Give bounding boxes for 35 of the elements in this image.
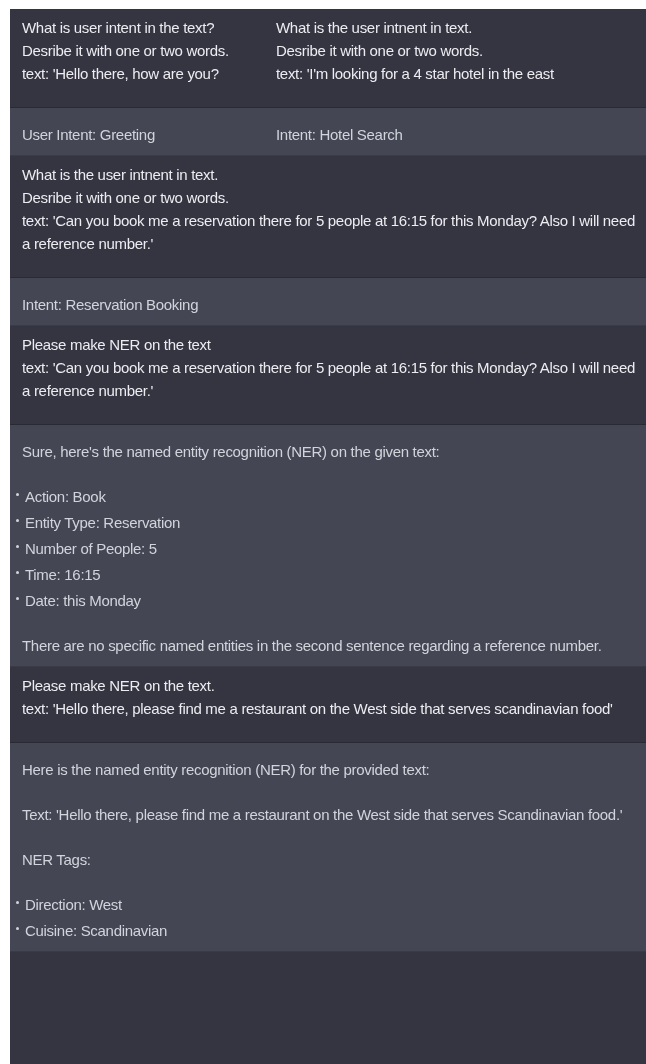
message-line: Please make NER on the text (22, 335, 212, 355)
response-text: Sure, here's the named entity recognition (NER) on the given text: (22, 442, 441, 462)
message-line: What is the user intnent in text. (276, 18, 474, 38)
list-item-text: Action: Book (25, 487, 106, 507)
message-line: What is user intent in the text? (22, 18, 216, 38)
list-item-text: Date: this Monday (25, 591, 141, 611)
response-text: Here is the named entity recognition (NER) for the provided text: (22, 760, 431, 780)
message-line: text: 'I'm looking for a 4 star hotel in the east (276, 64, 555, 84)
list-item-text: Number of People: 5 (25, 539, 157, 559)
message-line: text: 'Can you book me a reservation there for 5 people at 16:15 for this Monday? Also I will need a reference number.' (22, 211, 636, 254)
list-item-text: Cuisine: Scandinavian (25, 921, 168, 941)
response-text: Intent: Reservation Booking (22, 295, 200, 315)
list-item-text: Time: 16:15 (25, 565, 101, 585)
response-text: Text: 'Hello there, please find me a restaurant on the West side that serves Scandinavian food.' (22, 805, 624, 825)
response-text: Intent: Hotel Search (276, 125, 404, 145)
message-line: Desribe it with one or two words. (22, 41, 230, 61)
bullet-icon (16, 597, 19, 600)
list-item-text: Direction: West (25, 895, 122, 915)
bullet-icon (16, 493, 19, 496)
bullet-icon (16, 901, 19, 904)
message-line: What is the user intnent in text. (22, 165, 220, 185)
message-line: text: 'Hello there, how are you? (22, 64, 220, 84)
message-line: text: 'Hello there, please find me a restaurant on the West side that serves scandinavian food' (22, 699, 614, 719)
response-text: NER Tags: (22, 850, 92, 870)
bullet-icon (16, 545, 19, 548)
bullet-icon (16, 927, 19, 930)
message-line: text: 'Can you book me a reservation there for 5 people at 16:15 for this Monday? Also I will need a reference number.' (22, 358, 636, 401)
response-text: There are no specific named entities in the second sentence regarding a reference number. (22, 636, 603, 656)
bullet-icon (16, 571, 19, 574)
bullet-icon (16, 519, 19, 522)
message-line: Desribe it with one or two words. (22, 188, 230, 208)
response-text: User Intent: Greeting (22, 125, 156, 145)
list-item-text: Entity Type: Reservation (25, 513, 181, 533)
message-line: Please make NER on the text. (22, 676, 216, 696)
message-line: Desribe it with one or two words. (276, 41, 484, 61)
